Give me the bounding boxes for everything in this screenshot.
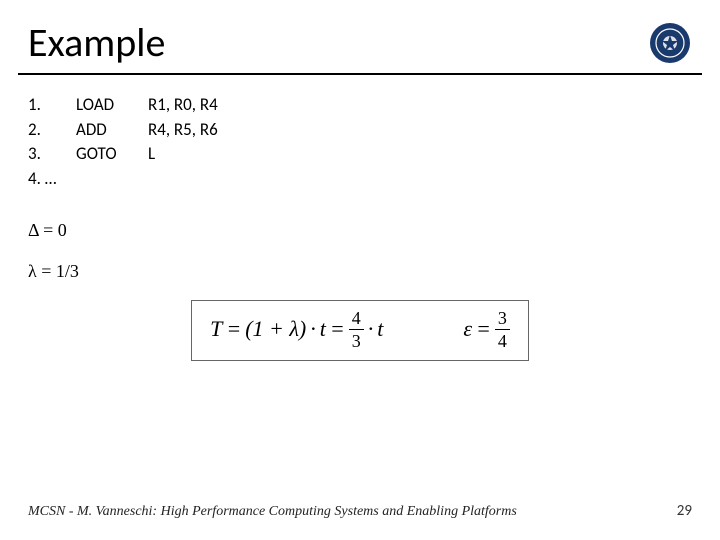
code-op: LOAD (76, 93, 148, 118)
fraction-3-4: 3 4 (495, 309, 510, 350)
code-row: 4. … (28, 167, 720, 192)
denominator: 4 (495, 332, 510, 350)
code-row: 1. LOAD R1, R0, R4 (28, 93, 720, 118)
code-op (76, 167, 148, 192)
code-row: 3. GOTO L (28, 142, 720, 167)
var-T: T (210, 316, 222, 342)
denominator: 3 (349, 332, 364, 350)
footer-text: MCSN - M. Vanneschi: High Performance Co… (28, 504, 517, 520)
dot: · (310, 316, 316, 342)
fraction-4-3: 4 3 (349, 309, 364, 350)
delta-line: Δ = 0 (28, 220, 720, 241)
code-args: R4, R5, R6 (148, 118, 218, 143)
page-number: 29 (677, 502, 692, 520)
code-block: 1. LOAD R1, R0, R4 2. ADD R4, R5, R6 3. … (28, 93, 720, 192)
var-t: t (377, 316, 383, 342)
code-line-num: 1. (28, 93, 76, 118)
fraction-bar (349, 329, 364, 330)
code-args: L (148, 142, 155, 167)
dot: · (368, 316, 374, 342)
paren: (1 + λ) (245, 316, 306, 342)
formula-box: T = (1 + λ) · t = 4 3 · t ε = 3 (191, 300, 529, 361)
formula-epsilon: ε = 3 4 (463, 309, 510, 350)
code-args: R1, R0, R4 (148, 93, 218, 118)
university-seal-icon (648, 21, 692, 65)
code-op: ADD (76, 118, 148, 143)
lambda-line: λ = 1/3 (28, 261, 720, 282)
numerator: 4 (349, 309, 364, 327)
code-line-num: 2. (28, 118, 76, 143)
equals: = (330, 316, 345, 342)
page-title: Example (28, 18, 165, 67)
code-line-num: 4. … (28, 167, 76, 192)
code-op: GOTO (76, 142, 148, 167)
formula-T: T = (1 + λ) · t = 4 3 · t (210, 309, 383, 350)
title-divider (18, 73, 702, 75)
equals: = (226, 316, 241, 342)
var-epsilon: ε (463, 316, 472, 342)
code-line-num: 3. (28, 142, 76, 167)
equals: = (476, 316, 491, 342)
code-row: 2. ADD R4, R5, R6 (28, 118, 720, 143)
numerator: 3 (495, 309, 510, 327)
var-t: t (320, 316, 326, 342)
fraction-bar (495, 329, 510, 330)
